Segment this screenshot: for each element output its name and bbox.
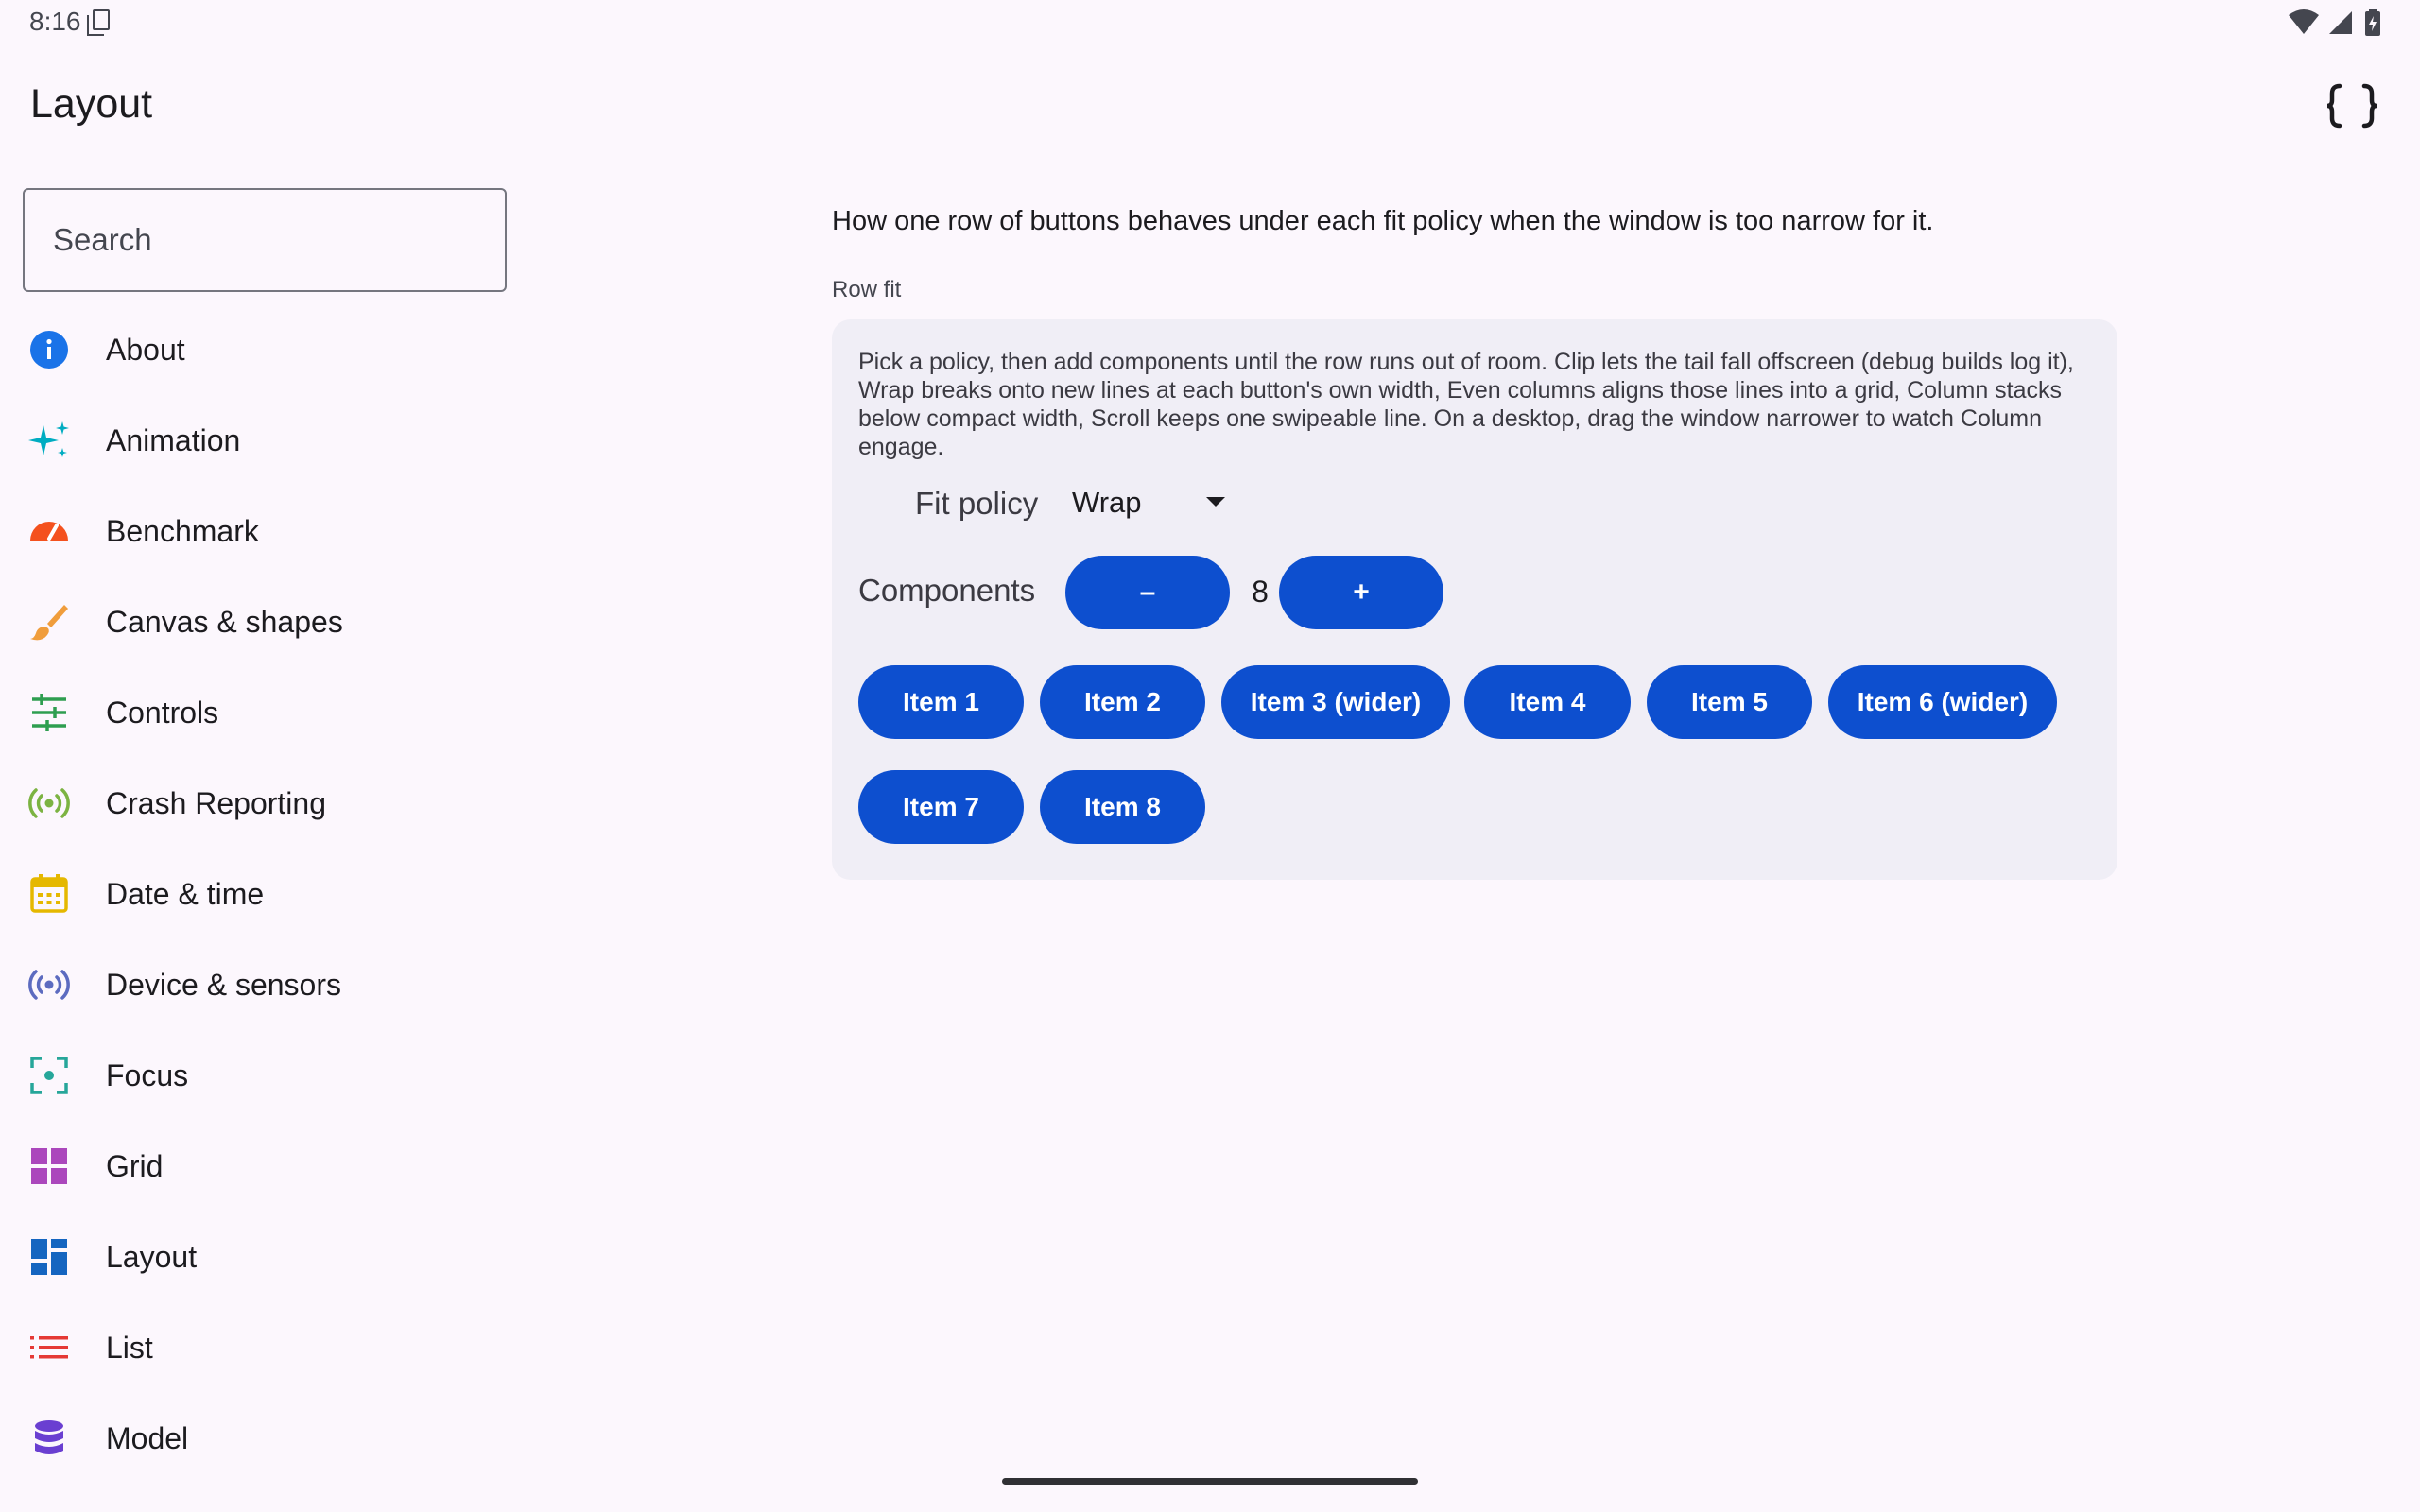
row-fit-card: Pick a policy, then add components until… xyxy=(832,319,2118,880)
focus-icon xyxy=(28,1055,70,1096)
sidebar-item-benchmark[interactable]: Benchmark xyxy=(23,486,507,576)
sidebar-item-label: Date & time xyxy=(106,876,265,911)
sidebar-item-label: Model xyxy=(106,1420,189,1455)
sidebar-item-label: About xyxy=(106,332,185,367)
speedometer-icon xyxy=(28,510,70,552)
fit-policy-label: Fit policy xyxy=(915,486,1039,521)
item-button[interactable]: Item 2 xyxy=(1040,665,1205,739)
item-button[interactable]: Item 8 xyxy=(1040,770,1205,844)
cell-signal-icon xyxy=(2329,11,2352,34)
sidebar-item-canvas-shapes[interactable]: Canvas & shapes xyxy=(23,576,507,667)
components-label: Components xyxy=(858,573,1036,608)
sidebar-item-focus[interactable]: Focus xyxy=(23,1030,507,1121)
sidebar-item-label: Grid xyxy=(106,1148,164,1183)
sidebar-item-label: Device & sensors xyxy=(106,967,341,1002)
dropdown-arrow-icon xyxy=(1206,497,1225,507)
calendar-icon xyxy=(28,873,70,915)
sidebar-nav: About Animation Benchmark Canvas & shape… xyxy=(23,304,507,1484)
code-braces-icon xyxy=(2326,83,2377,129)
sensor-icon xyxy=(28,964,70,1005)
sidebar-item-label: Canvas & shapes xyxy=(106,604,343,639)
info-icon xyxy=(28,329,70,370)
list-icon xyxy=(28,1327,70,1368)
search-field[interactable] xyxy=(23,188,507,292)
status-bar: 8:16 xyxy=(0,0,2420,45)
sidebar-item-label: Crash Reporting xyxy=(106,785,326,820)
increment-button[interactable]: + xyxy=(1279,556,1443,629)
components-count: 8 xyxy=(1252,575,1269,609)
sidebar-item-label: Animation xyxy=(106,422,241,457)
card-description: Pick a policy, then add components until… xyxy=(858,349,2074,460)
app-title: Layout xyxy=(30,81,153,127)
sidebar-item-label: Focus xyxy=(106,1057,189,1092)
fit-policy-value: Wrap xyxy=(1072,486,1142,519)
search-input[interactable] xyxy=(25,190,505,290)
database-icon xyxy=(28,1418,70,1459)
wifi-icon xyxy=(2289,9,2319,34)
layout-icon xyxy=(28,1236,70,1278)
broadcast-icon xyxy=(28,782,70,824)
sidebar-item-label: Controls xyxy=(106,695,219,730)
sidebar-item-list[interactable]: List xyxy=(23,1302,507,1393)
sidebar-item-label: Layout xyxy=(106,1239,198,1274)
sidebar-item-crash-reporting[interactable]: Crash Reporting xyxy=(23,758,507,849)
item-button[interactable]: Item 3 (wider) xyxy=(1221,665,1450,739)
status-time: 8:16 xyxy=(29,7,81,36)
item-button[interactable]: Item 5 xyxy=(1647,665,1812,739)
sidebar-item-device-sensors[interactable]: Device & sensors xyxy=(23,939,507,1030)
home-indicator[interactable] xyxy=(1002,1478,1418,1485)
sidebar-item-layout[interactable]: Layout xyxy=(23,1211,507,1302)
brush-icon xyxy=(28,601,70,643)
intro-text: How one row of buttons behaves under eac… xyxy=(832,206,1934,236)
sidebar-item-controls[interactable]: Controls xyxy=(23,667,507,758)
item-button[interactable]: Item 1 xyxy=(858,665,1024,739)
fit-policy-dropdown[interactable]: Wrap xyxy=(1066,476,1227,529)
battery-icon xyxy=(2365,9,2380,36)
status-icons xyxy=(2288,8,2392,38)
sidebar-item-label: List xyxy=(106,1330,153,1365)
sidebar-item-date-time[interactable]: Date & time xyxy=(23,849,507,939)
sidebar-item-label: Benchmark xyxy=(106,513,259,548)
item-button[interactable]: Item 7 xyxy=(858,770,1024,844)
item-button[interactable]: Item 4 xyxy=(1464,665,1631,739)
decrement-button[interactable]: – xyxy=(1065,556,1230,629)
section-label: Row fit xyxy=(832,277,902,302)
sim-card-icon xyxy=(87,9,110,36)
view-source-button[interactable] xyxy=(2318,72,2386,140)
sidebar-item-grid[interactable]: Grid xyxy=(23,1121,507,1211)
sidebar-item-animation[interactable]: Animation xyxy=(23,395,507,486)
sparkle-icon xyxy=(28,420,70,461)
grid-icon xyxy=(28,1145,70,1187)
item-button[interactable]: Item 6 (wider) xyxy=(1828,665,2057,739)
sidebar-item-model[interactable]: Model xyxy=(23,1393,507,1484)
sliders-icon xyxy=(28,692,70,733)
sidebar-item-about[interactable]: About xyxy=(23,304,507,395)
